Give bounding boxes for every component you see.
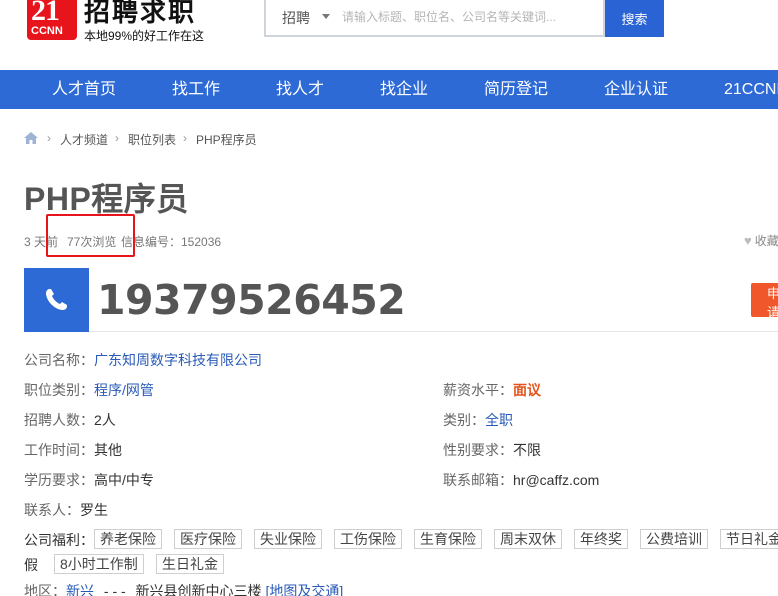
area-city-link[interactable]: 新兴 <box>66 583 94 596</box>
salary-value: 面议 <box>513 382 541 398</box>
count-label: 招聘人数： <box>24 412 94 428</box>
logo-number: 21 <box>31 0 60 27</box>
apply-button[interactable]: 申请 <box>751 283 778 320</box>
area-row: 地区：新兴 - - - 新兴县创新中心三楼 [地图及交通] <box>24 581 343 596</box>
breadcrumb-separator: › <box>183 131 187 145</box>
breadcrumb-job-list[interactable]: 职位列表 <box>128 131 176 148</box>
nav-item-find-talent[interactable]: 找人才 <box>276 70 324 109</box>
search-box: 招聘 <box>264 0 605 37</box>
worktime-row: 工作时间：其他 <box>24 440 122 460</box>
benefit-tag: 8小时工作制 <box>54 554 144 574</box>
search-button[interactable]: 搜索 <box>605 0 664 37</box>
salary-row: 薪资水平：面议 <box>443 380 541 400</box>
benefit-tag: 周末双休 <box>494 529 562 549</box>
area-dashes: - - - <box>103 583 126 596</box>
salary-label: 薪资水平： <box>443 382 513 398</box>
search-input[interactable] <box>342 6 597 28</box>
nav-item-find-job[interactable]: 找工作 <box>172 70 220 109</box>
company-label: 公司名称： <box>24 352 94 368</box>
breadcrumb-current: PHP程序员 <box>196 133 257 147</box>
nav-item-21ccnn[interactable]: 21CCNN <box>724 70 778 109</box>
logo-letters: CCNN <box>31 25 63 37</box>
contact-label: 联系人： <box>24 502 80 518</box>
benefit-tag: 年终奖 <box>574 529 628 549</box>
info-number: 信息编号：152036 <box>121 235 222 249</box>
phone-bar: 19379526452 申请 <box>24 268 778 332</box>
gender-row: 性别要求：不限 <box>443 440 541 460</box>
benefit-tag: 节日礼金 <box>720 529 778 549</box>
site-header: 21 CCNN 招聘求职 本地99%的好工作在这 招聘 搜索 <box>0 0 778 70</box>
breadcrumb-separator: › <box>115 131 119 145</box>
category-link[interactable]: 程序/网管 <box>94 382 154 398</box>
company-link[interactable]: 广东知周数字科技有限公司 <box>94 352 262 368</box>
nav-item-talent-home[interactable]: 人才首页 <box>52 70 116 109</box>
type-label: 类别： <box>443 412 485 428</box>
site-logo[interactable]: 21 CCNN <box>27 0 77 40</box>
count-row: 招聘人数：2人 <box>24 410 116 430</box>
benefit-tag: 生育保险 <box>414 529 482 549</box>
area-address: 新兴县创新中心三楼 <box>135 583 262 596</box>
gender-label: 性别要求： <box>443 442 513 458</box>
heart-icon: ♥ <box>744 233 752 248</box>
logo-slogan: 本地99%的好工作在这 <box>84 29 205 43</box>
breadcrumb-separator: › <box>47 131 51 145</box>
benefit-tag: 失业保险 <box>254 529 322 549</box>
contact-value: 罗生 <box>80 502 108 518</box>
education-row: 学历要求：高中/中专 <box>24 470 154 490</box>
map-link[interactable]: [地图及交通] <box>265 583 343 596</box>
type-link[interactable]: 全职 <box>485 412 513 428</box>
contact-row: 联系人：罗生 <box>24 500 108 520</box>
count-value: 2人 <box>94 412 116 428</box>
nav-item-find-company[interactable]: 找企业 <box>380 70 428 109</box>
email-value[interactable]: hr@caffz.com <box>513 472 599 488</box>
phone-number[interactable]: 19379526452 <box>97 276 406 324</box>
search-type-select[interactable]: 招聘 <box>282 8 310 28</box>
email-row: 联系邮箱：hr@caffz.com <box>443 470 599 490</box>
benefits-label: 公司福利： <box>24 532 94 548</box>
company-row: 公司名称：广东知周数字科技有限公司 <box>24 350 262 370</box>
category-label: 职位类别： <box>24 382 94 398</box>
type-row: 类别：全职 <box>443 410 513 430</box>
nav-item-resume[interactable]: 简历登记 <box>484 70 548 109</box>
benefit-tag: 养老保险 <box>94 529 162 549</box>
education-label: 学历要求： <box>24 472 94 488</box>
education-value: 高中/中专 <box>94 472 154 488</box>
benefit-tag: 生日礼金 <box>156 554 224 574</box>
phone-icon <box>46 289 67 310</box>
gender-value: 不限 <box>513 442 541 458</box>
home-icon[interactable] <box>24 132 38 144</box>
breadcrumb-talent-channel[interactable]: 人才频道 <box>60 131 108 148</box>
worktime-value: 其他 <box>94 442 122 458</box>
benefit-tag: 公费培训 <box>640 529 708 549</box>
worktime-label: 工作时间： <box>24 442 94 458</box>
chevron-down-icon[interactable] <box>322 14 330 19</box>
email-label: 联系邮箱： <box>443 472 513 488</box>
category-row: 职位类别：程序/网管 <box>24 380 154 400</box>
logo-title: 招聘求职 <box>84 0 197 27</box>
area-label: 地区： <box>24 583 66 596</box>
nav-item-company-verify[interactable]: 企业认证 <box>604 70 668 109</box>
phone-icon-box[interactable] <box>24 268 89 332</box>
favorite-button[interactable]: ♥ 收藏 <box>744 232 778 249</box>
highlight-annotation <box>46 214 135 257</box>
benefit-tag: 工伤保险 <box>334 529 402 549</box>
favorite-label: 收藏 <box>754 234 778 248</box>
main-nav: 人才首页 找工作 找人才 找企业 简历登记 企业认证 21CCNN <box>0 70 778 109</box>
benefit-tag: 医疗保险 <box>174 529 242 549</box>
benefit-tag-wrap: 假 <box>24 557 38 573</box>
